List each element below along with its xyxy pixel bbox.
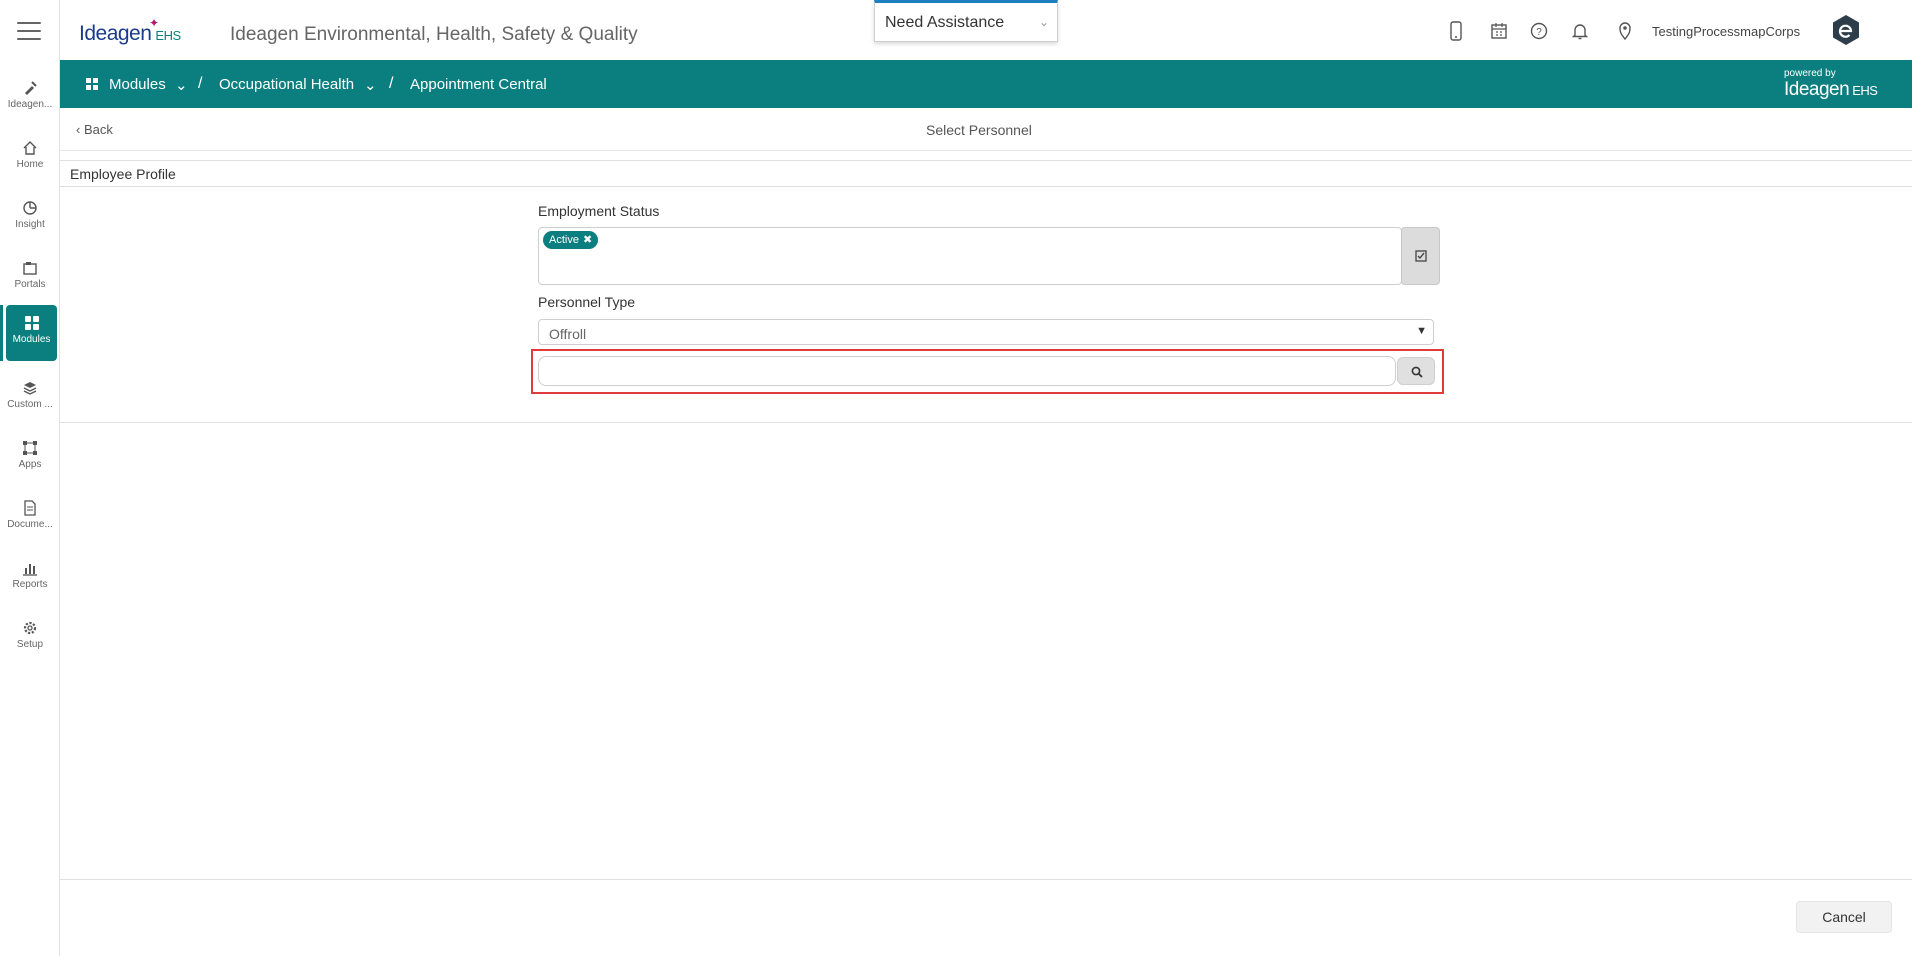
chevron-down-icon[interactable]: ⌄ — [364, 76, 377, 94]
chevron-down-icon[interactable]: ⌄ — [175, 76, 188, 94]
need-assistance-label: Need Assistance — [885, 14, 1005, 31]
rail-item-documents[interactable]: Docume... — [0, 490, 60, 546]
rail-item-apps[interactable]: Apps — [0, 430, 60, 486]
breadcrumb-separator: / — [389, 75, 394, 92]
calendar-icon[interactable] — [1490, 21, 1508, 41]
grid-icon — [24, 316, 39, 330]
chevron-down-icon: ⌄ — [1038, 15, 1049, 29]
rail-item-ideagen[interactable]: Ideagen... — [0, 70, 60, 126]
breadcrumb-modules[interactable]: Modules — [109, 76, 166, 93]
rail-active-indicator — [0, 305, 3, 361]
back-label: Back — [83, 122, 113, 137]
rail-item-label: Insight — [15, 219, 45, 230]
rail-item-label: Apps — [18, 459, 42, 470]
select-status-button[interactable] — [1401, 227, 1440, 285]
grid-icon — [86, 78, 98, 90]
layers-icon — [23, 382, 37, 395]
logo-spark-icon: ✦ — [149, 16, 159, 30]
rail-item-label: Setup — [16, 639, 44, 650]
pie-chart-icon — [23, 201, 37, 215]
help-icon[interactable]: ? — [1530, 21, 1548, 41]
panel-header: Employee Profile — [60, 161, 1912, 187]
breadcrumb: Modules ⌄ / Occupational Health ⌄ / Appo… — [60, 60, 1912, 108]
back-button[interactable]: ‹ Back — [76, 122, 113, 137]
chevron-left-icon: ‹ — [76, 122, 81, 137]
chevron-down-icon: ▼ — [1416, 325, 1427, 337]
cancel-button[interactable]: Cancel — [1796, 901, 1892, 933]
powered-logo-suffix: EHS — [1852, 83, 1878, 98]
home-icon — [23, 141, 37, 155]
avatar[interactable] — [1830, 14, 1862, 46]
rail-item-label: Custom ... — [7, 399, 53, 410]
rail-item-portals[interactable]: Portals — [0, 250, 60, 306]
powered-by-text: powered by — [1784, 68, 1836, 79]
sub-header: ‹ Back Select Personnel — [60, 108, 1912, 151]
ideagen-logo[interactable]: Ideagen EHS ✦ — [79, 16, 181, 46]
need-assistance-dropdown[interactable]: Need Assistance ⌄ — [874, 0, 1058, 42]
page-title: Select Personnel — [926, 122, 1032, 138]
logo-suffix: EHS — [155, 28, 181, 43]
rail-item-custom[interactable]: Custom ... — [0, 370, 60, 426]
rail-item-insight[interactable]: Insight — [0, 190, 60, 246]
employment-status-multiselect[interactable]: Active ✖ — [538, 227, 1402, 285]
status-tag-label: Active — [549, 234, 579, 246]
rail-item-label: Modules — [12, 334, 51, 345]
document-icon — [24, 500, 36, 516]
search-input[interactable] — [538, 356, 1396, 386]
rail-item-label: Docume... — [7, 519, 53, 530]
gear-icon — [23, 621, 37, 635]
rail-item-setup[interactable]: Setup — [0, 610, 60, 666]
apps-icon — [23, 441, 37, 455]
rail-item-label: Ideagen... — [7, 99, 53, 110]
powered-by-logo: powered by Ideagen EHS — [1784, 68, 1878, 101]
pen-icon — [25, 81, 37, 95]
location-pin-icon[interactable] — [1616, 21, 1634, 41]
footer-bar: Cancel — [60, 879, 1912, 956]
logo-text: Ideagen — [79, 22, 152, 45]
breadcrumb-appointment-central[interactable]: Appointment Central — [410, 76, 547, 93]
mobile-icon[interactable] — [1447, 21, 1465, 41]
personnel-type-select[interactable]: Offroll ▼ — [538, 319, 1434, 345]
breadcrumb-occupational-health[interactable]: Occupational Health — [219, 76, 354, 93]
rail-item-label: Home — [16, 159, 44, 170]
powered-logo-text: Ideagen — [1784, 79, 1850, 100]
search-button[interactable] — [1397, 357, 1435, 385]
top-header: Ideagen EHS ✦ Ideagen Environmental, Heal… — [60, 0, 1912, 60]
status-tag-active[interactable]: Active ✖ — [543, 231, 599, 249]
close-icon[interactable]: ✖ — [583, 234, 592, 246]
rail-item-home[interactable]: Home — [0, 130, 60, 186]
employment-status-label: Employment Status — [538, 203, 660, 219]
search-icon — [1411, 366, 1423, 378]
rail-item-label: Portals — [14, 279, 46, 290]
bar-chart-icon — [23, 564, 37, 576]
breadcrumb-separator: / — [198, 75, 203, 92]
bell-icon[interactable] — [1571, 21, 1589, 41]
checkbox-icon — [1415, 250, 1427, 262]
user-name[interactable]: TestingProcessmapCorps — [1652, 24, 1800, 39]
rail-item-modules[interactable]: Modules — [6, 305, 57, 361]
portal-icon — [23, 262, 37, 275]
panel-title: Employee Profile — [70, 166, 176, 182]
svg-text:?: ? — [1536, 27, 1542, 38]
rail-item-label: Reports — [12, 579, 48, 590]
left-rail: Ideagen... Home Insight Portals Modules … — [0, 0, 60, 956]
rail-item-reports[interactable]: Reports — [0, 550, 60, 606]
personnel-type-value: Offroll — [549, 326, 587, 342]
app-title: Ideagen Environmental, Health, Safety & … — [230, 24, 638, 45]
personnel-type-label: Personnel Type — [538, 294, 636, 310]
hamburger-menu-icon[interactable] — [17, 22, 41, 40]
